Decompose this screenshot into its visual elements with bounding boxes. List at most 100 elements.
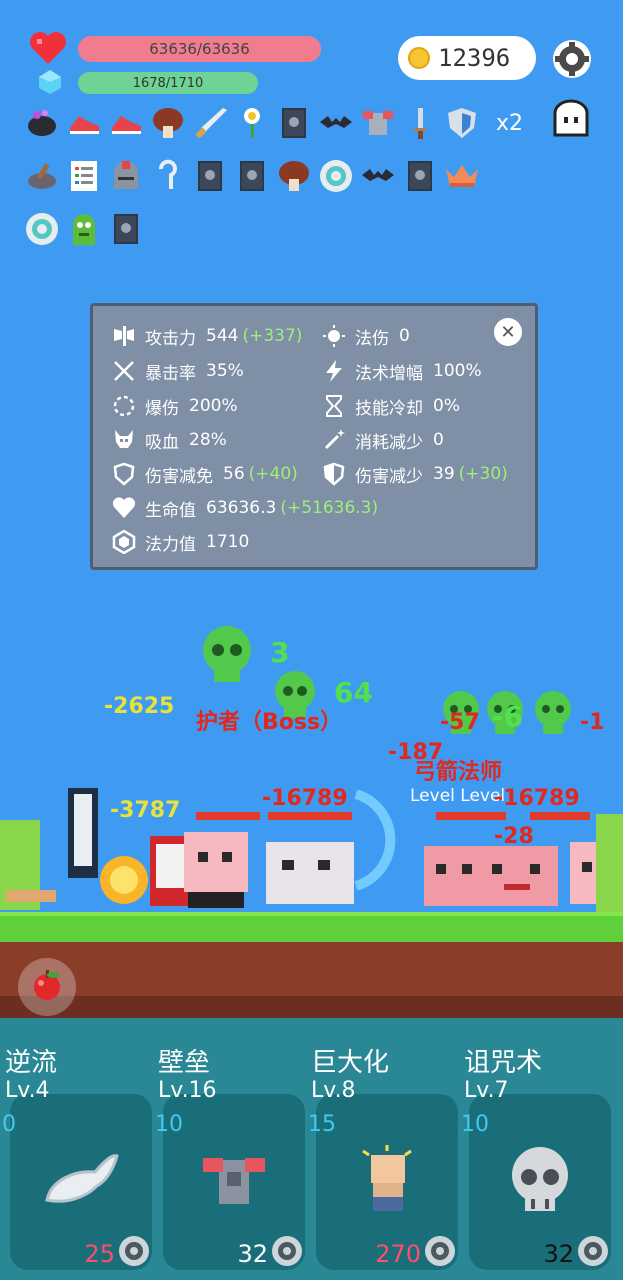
cooldown-gear-icon — [423, 1234, 457, 1268]
skill-name: 逆流 — [5, 1048, 58, 1078]
damage-text: -2625 — [104, 694, 175, 719]
bush-decoration — [590, 814, 623, 916]
fist-icon — [357, 1145, 417, 1219]
mushroom-icon[interactable] — [150, 105, 186, 141]
hero-body-sprite — [178, 828, 258, 914]
sneaker-icon[interactable] — [108, 105, 144, 141]
hp-bar: 63636/63636 — [78, 36, 321, 62]
mp-bar: 1678/1710 — [78, 72, 258, 94]
poison-skull-icon — [530, 690, 576, 740]
skill-count: 270 — [375, 1240, 421, 1268]
stat-value: 0% — [433, 396, 460, 416]
stat-value: 1710 — [206, 532, 250, 552]
sword-icon[interactable] — [192, 105, 228, 141]
crystal-icon — [111, 529, 137, 555]
skill-slot-3[interactable]: 巨大化 Lv.8 15 270 — [306, 1018, 461, 1280]
coin-icon — [408, 47, 430, 69]
heart-outline-icon — [111, 495, 137, 521]
dagger-icon[interactable] — [402, 105, 438, 141]
armor-icon — [199, 1150, 269, 1214]
cooldown-gear-icon — [270, 1234, 304, 1268]
stat-label: 法伤 — [355, 328, 389, 349]
bush-decoration — [0, 820, 60, 914]
knight-helmet-icon[interactable] — [108, 158, 144, 194]
inventory-row-1: x2 — [24, 104, 584, 142]
crossed-swords-icon — [111, 358, 137, 384]
skill-count: 25 — [84, 1240, 115, 1268]
skill-cost: 15 — [308, 1112, 336, 1137]
apple-button[interactable] — [18, 958, 76, 1016]
axe-icon — [111, 323, 137, 349]
cooldown-gear-icon — [576, 1234, 610, 1268]
hp-text: 63636/63636 — [149, 40, 250, 58]
coin-counter: 12396 — [398, 36, 536, 80]
boss-label: 护者（Boss） — [196, 710, 343, 735]
stat-label: 爆伤 — [145, 398, 179, 419]
stat-label: 伤害减免 — [145, 466, 213, 487]
close-button[interactable]: ✕ — [494, 318, 522, 346]
enemy-health-bar — [268, 812, 352, 820]
skill-slot-2[interactable]: 壁垒 Lv.16 10 32 — [153, 1018, 308, 1280]
stat-label: 吸血 — [145, 432, 179, 453]
stat-magic-damage: 法伤 0 — [321, 323, 410, 349]
enemy-health-bar — [196, 812, 260, 820]
stat-value: 63636.3 — [206, 498, 277, 518]
bat-icon[interactable] — [318, 105, 354, 141]
stat-value: 28% — [189, 430, 227, 450]
stat-value: 56 — [223, 464, 245, 484]
stat-bonus: (+51636.3) — [280, 498, 379, 518]
stat-damage-reduction-flat: 伤害减少 39 (+30) — [321, 461, 508, 487]
cooldown-gear-icon — [117, 1234, 151, 1268]
scroll-list-icon[interactable] — [66, 158, 102, 194]
magic-wand-icon — [321, 427, 347, 453]
poison-damage-text: -6 — [492, 700, 524, 733]
hook-icon[interactable] — [150, 158, 186, 194]
skull-book-icon[interactable] — [108, 211, 144, 247]
cauldron-icon[interactable] — [24, 105, 60, 141]
skull-book-icon[interactable] — [276, 105, 312, 141]
flower-icon[interactable] — [234, 105, 270, 141]
shield-icon[interactable] — [444, 105, 480, 141]
skill-cost: 10 — [155, 1112, 183, 1137]
stat-cooldown: 技能冷却 0% — [321, 393, 460, 419]
skill-level: Lv.4 — [5, 1078, 50, 1103]
damage-text: -57 — [440, 710, 480, 735]
crown-icon[interactable] — [444, 158, 480, 194]
bat-icon[interactable] — [360, 158, 396, 194]
burst-icon — [111, 393, 137, 419]
stat-label: 技能冷却 — [355, 398, 423, 419]
armor-icon[interactable] — [360, 105, 396, 141]
inventory: x2 — [24, 104, 584, 263]
stat-mana: 法力值 1710 — [111, 529, 249, 555]
skull-book-icon[interactable] — [192, 158, 228, 194]
green-monster-icon[interactable] — [66, 211, 102, 247]
shield-half-icon — [321, 461, 347, 487]
skill-slot-4[interactable]: 诅咒术 Lv.7 10 32 — [459, 1018, 614, 1280]
skull-book-icon[interactable] — [234, 158, 270, 194]
stat-crit-damage: 爆伤 200% — [111, 393, 238, 419]
stat-health: 生命值 63636.3 (+51636.3) — [111, 495, 378, 521]
skill-cost: 0 — [2, 1112, 16, 1137]
mortar-icon[interactable] — [24, 158, 60, 194]
shield-outline-icon — [111, 461, 137, 487]
skull-book-icon[interactable] — [402, 158, 438, 194]
stat-label: 法术增幅 — [355, 363, 423, 384]
ghost-icon[interactable] — [551, 99, 591, 139]
skill-level: Lv.7 — [464, 1078, 509, 1103]
inventory-row-2 — [24, 157, 584, 195]
gear-icon[interactable] — [551, 38, 593, 80]
ring-icon[interactable] — [318, 158, 354, 194]
skill-slot-1[interactable]: 逆流 Lv.4 0 25 — [0, 1018, 155, 1280]
sneaker-icon[interactable] — [66, 105, 102, 141]
enemy-name-text: 弓箭法师 — [414, 760, 503, 785]
ring-icon[interactable] — [24, 211, 60, 247]
skill-level: Lv.8 — [311, 1078, 356, 1103]
stat-label: 生命值 — [145, 500, 196, 521]
stat-bonus: (+30) — [458, 464, 508, 484]
poison-damage-text: 3 — [270, 636, 290, 669]
stat-label: 暴击率 — [145, 363, 196, 384]
item-multiplier: x2 — [496, 110, 524, 136]
mushroom-icon[interactable] — [276, 158, 312, 194]
stat-lifesteal: 吸血 28% — [111, 427, 227, 453]
damage-text: -16789 — [262, 786, 348, 811]
